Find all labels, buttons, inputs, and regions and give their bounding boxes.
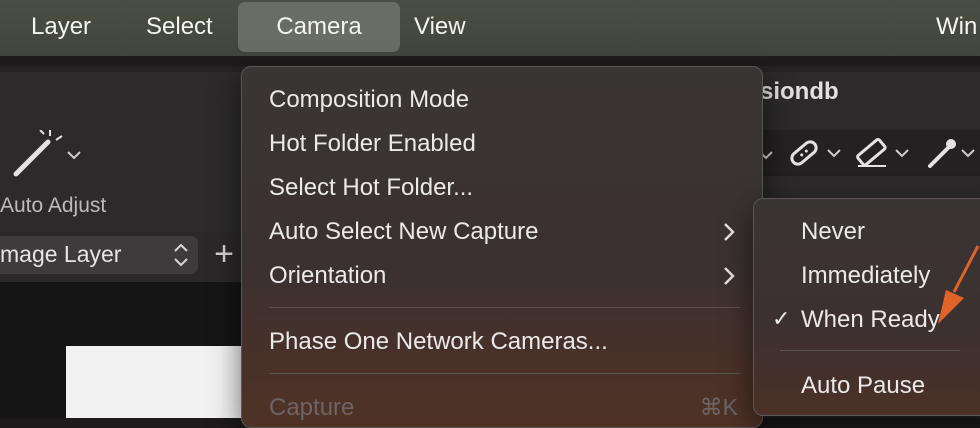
menu-item-auto-select-new-capture[interactable]: Auto Select New Capture xyxy=(269,218,538,246)
window-title: siondb xyxy=(760,78,839,105)
layer-select-value: mage Layer xyxy=(0,241,122,267)
menu-item-select-hot-folder[interactable]: Select Hot Folder... xyxy=(269,174,473,202)
updown-chevron-icon xyxy=(172,241,190,274)
add-layer-button[interactable]: + xyxy=(208,236,240,274)
menu-item-phase-one-network-cameras[interactable]: Phase One Network Cameras... xyxy=(269,328,608,356)
submenu-item-auto-pause[interactable]: Auto Pause xyxy=(801,372,925,400)
eyedropper-tool[interactable] xyxy=(926,136,980,175)
menu-item-hot-folder-enabled[interactable]: Hot Folder Enabled xyxy=(269,130,476,158)
chevron-right-icon xyxy=(722,264,736,293)
menu-bar: Layer Select Camera View Win xyxy=(0,0,980,56)
capture-shortcut: ⌘K xyxy=(699,394,738,420)
menu-separator xyxy=(269,373,740,374)
heal-tool[interactable] xyxy=(788,136,848,175)
chevron-right-icon xyxy=(722,220,736,249)
menu-view[interactable]: View xyxy=(414,9,466,51)
eraser-tool[interactable] xyxy=(856,136,916,175)
checkmark-icon: ✓ xyxy=(772,306,791,331)
submenu-separator xyxy=(780,350,960,351)
menu-item-orientation[interactable]: Orientation xyxy=(269,262,386,290)
menu-window[interactable]: Win xyxy=(936,9,977,51)
menu-camera[interactable]: Camera xyxy=(238,2,400,52)
auto-adjust-label: Auto Adjust xyxy=(0,194,107,217)
menu-separator xyxy=(269,307,740,308)
layer-select[interactable]: mage Layer xyxy=(0,236,198,274)
auto-adjust-tool[interactable] xyxy=(10,129,90,185)
camera-menu: Composition Mode Hot Folder Enabled Sele… xyxy=(241,66,763,428)
menu-item-composition-mode[interactable]: Composition Mode xyxy=(269,86,469,114)
eraser-icon xyxy=(856,137,909,167)
right-toolbar xyxy=(760,130,980,176)
submenu-item-never[interactable]: Never xyxy=(801,218,865,246)
canvas-image xyxy=(66,346,246,418)
menu-select[interactable]: Select xyxy=(146,9,213,51)
eyedropper-icon xyxy=(928,139,975,168)
menu-layer[interactable]: Layer xyxy=(31,9,91,51)
magic-wand-icon xyxy=(13,129,81,177)
bandage-icon xyxy=(790,140,841,166)
annotation-arrow-icon xyxy=(938,245,980,324)
